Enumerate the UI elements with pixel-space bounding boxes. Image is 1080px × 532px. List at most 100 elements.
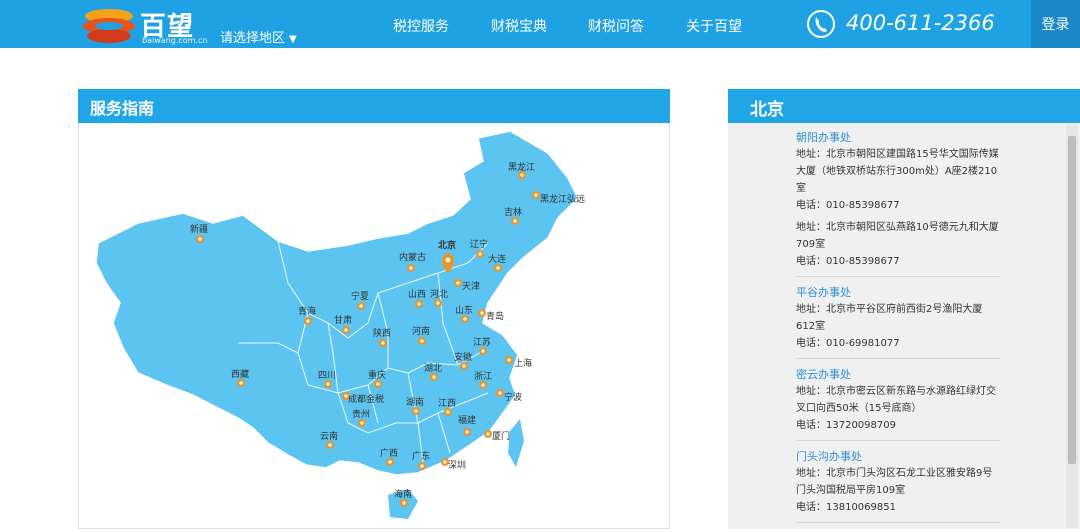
office-panel-title: 北京 [750, 100, 784, 120]
chevron-down-icon: ▼ [289, 34, 297, 45]
office-address: 地址：北京市门头沟区石龙工业区雅安路9号门头沟国税局平房109室 [796, 468, 993, 496]
label-jiangsu: 江苏 [473, 336, 491, 348]
pin-jilin[interactable] [511, 217, 519, 225]
region-label: 请选择地区 [220, 31, 286, 46]
office-phone: 电话：13810069851 [796, 502, 896, 513]
pin-qingdao[interactable] [478, 309, 486, 317]
nav-tax-qa[interactable]: 财税问答 [588, 16, 644, 36]
label-shandong: 山东 [455, 304, 473, 316]
label-chongqing: 重庆 [368, 369, 386, 381]
login-button[interactable]: 登录 [1031, 0, 1080, 48]
pin-dalian[interactable] [494, 264, 502, 272]
scrollbar-thumb[interactable] [1068, 136, 1076, 464]
pin-hebei[interactable] [434, 299, 442, 307]
office-phone: 电话：010-85398677 [796, 256, 900, 267]
pin-tianjin[interactable] [454, 279, 462, 287]
label-shanxi: 山西 [408, 289, 426, 300]
office-item: 平谷办事处 地址：北京市平谷区府前西街2号渔阳大厦612室 电话：010-699… [796, 285, 1001, 359]
label-chengdu-jinshui: 成都金税 [348, 393, 384, 405]
nav-tax-guide[interactable]: 财税宝典 [491, 16, 547, 36]
pin-gansu[interactable] [342, 326, 350, 334]
taiwan-shape [508, 419, 524, 467]
office-list-scrollbar[interactable] [1066, 124, 1078, 528]
office-phone: 电话：010-85398677 [796, 200, 900, 211]
pin-chongqing[interactable] [374, 380, 382, 388]
nav-about[interactable]: 关于百望 [686, 16, 742, 36]
label-dalian: 大连 [488, 253, 506, 265]
label-tianjin: 天津 [462, 281, 480, 292]
label-ningbo: 宁波 [504, 391, 522, 403]
pin-yunnan[interactable] [326, 441, 334, 449]
label-yunnan: 云南 [320, 430, 338, 442]
pin-shanghai[interactable] [505, 356, 513, 364]
office-address: 地址：北京市平谷区府前西街2号渔阳大厦612室 [796, 304, 983, 332]
logo[interactable]: 百望 baiwang.com.cn [82, 6, 222, 46]
office-name-link[interactable]: 密云办事处 [796, 367, 1001, 383]
pin-xinjiang[interactable] [196, 235, 204, 243]
label-guangdong: 广东 [412, 450, 430, 462]
office-panel-header: 北京 [728, 89, 1080, 123]
label-heilongjiang-hongyuan: 黑龙江弘远 [540, 193, 585, 205]
map-shape [95, 130, 579, 476]
pin-qinghai[interactable] [304, 317, 312, 325]
pin-hainan[interactable] [400, 499, 408, 507]
pin-jiangsu[interactable] [479, 347, 487, 355]
pin-guangxi[interactable] [386, 458, 394, 466]
pin-xiamen[interactable] [484, 430, 492, 438]
label-shaanxi: 陕西 [373, 327, 391, 339]
china-map: 黑龙江 黑龙江弘远 吉林 辽宁 大连 新疆 北京 内蒙古 天津 山西 河北 宁夏… [78, 123, 670, 528]
label-heilongjiang: 黑龙江 [508, 161, 535, 173]
pin-zhejiang[interactable] [479, 381, 487, 389]
label-qingdao: 青岛 [486, 310, 504, 322]
pin-henan[interactable] [418, 337, 426, 345]
pin-shanxi[interactable] [415, 300, 423, 308]
service-guide-title: 服务指南 [90, 99, 155, 118]
office-name-link[interactable]: 平谷办事处 [796, 285, 1001, 301]
pin-ningxia[interactable] [357, 302, 365, 310]
office-item: 密云办事处 地址：北京市密云区新东路与水源路红绿灯交叉口向西50米（15号底商）… [796, 367, 1001, 441]
label-liaoning: 辽宁 [470, 238, 488, 250]
office-list: 朝阳办事处 地址：北京市朝阳区建国路15号华文国际传媒大厦（地铁双桥站东行300… [796, 130, 1001, 531]
label-beijing: 北京 [438, 239, 456, 251]
pin-fujian[interactable] [463, 428, 471, 436]
pin-anhui[interactable] [460, 362, 468, 370]
label-guizhou: 贵州 [352, 408, 370, 420]
pin-sichuan[interactable] [324, 380, 332, 388]
office-name-link[interactable]: 门头沟办事处 [796, 449, 1001, 465]
pin-xizang[interactable] [237, 379, 245, 387]
pin-shandong[interactable] [461, 315, 469, 323]
label-hubei: 湖北 [424, 363, 442, 374]
pin-shaanxi[interactable] [379, 339, 387, 347]
label-guangxi: 广西 [380, 447, 398, 459]
pin-guizhou[interactable] [358, 419, 366, 427]
office-phone: 电话：13720098709 [796, 420, 896, 431]
office-address: 地址：北京市朝阳区弘燕路10号德元九和大厦709室 [796, 222, 999, 250]
pin-neimenggu[interactable] [407, 264, 415, 272]
office-name-link[interactable]: 朝阳办事处 [796, 130, 1001, 146]
label-zhejiang: 浙江 [474, 370, 492, 382]
china-map-svg: 黑龙江 黑龙江弘远 吉林 辽宁 大连 新疆 北京 内蒙古 天津 山西 河北 宁夏… [95, 130, 585, 519]
label-shanghai: 上海 [514, 357, 532, 369]
pin-hubei[interactable] [430, 373, 438, 381]
pin-guangdong[interactable] [418, 462, 426, 470]
label-jiangxi: 江西 [438, 398, 456, 409]
pin-ningbo[interactable] [496, 389, 504, 397]
label-anhui: 安徽 [454, 351, 472, 363]
service-guide-header: 服务指南 [78, 89, 670, 123]
label-sichuan: 四川 [318, 371, 336, 381]
pin-liaoning[interactable] [476, 250, 484, 258]
nav-tax-control[interactable]: 税控服务 [393, 16, 449, 36]
office-address: 地址：北京市密云区新东路与水源路红绿灯交叉口向西50米（15号底商） [796, 386, 996, 414]
label-jilin: 吉林 [504, 206, 522, 218]
label-neimenggu: 内蒙古 [399, 251, 426, 263]
office-address: 地址：北京市朝阳区建国路15号华文国际传媒大厦（地铁双桥站东行300m处）A座2… [796, 149, 999, 194]
pin-heilongjiang-hongyuan[interactable] [532, 191, 540, 199]
label-shenzhen: 深圳 [448, 460, 466, 471]
hotline-number: 400-611-2366 [846, 11, 995, 35]
region-selector[interactable]: 请选择地区 ▼ [220, 27, 297, 46]
office-item: 门头沟办事处 地址：北京市门头沟区石龙工业区雅安路9号门头沟国税局平房109室 … [796, 449, 1001, 523]
pin-hunan[interactable] [412, 407, 420, 415]
pin-jiangxi[interactable] [444, 408, 452, 416]
label-fujian: 福建 [458, 414, 476, 426]
logo-icon [83, 9, 135, 43]
